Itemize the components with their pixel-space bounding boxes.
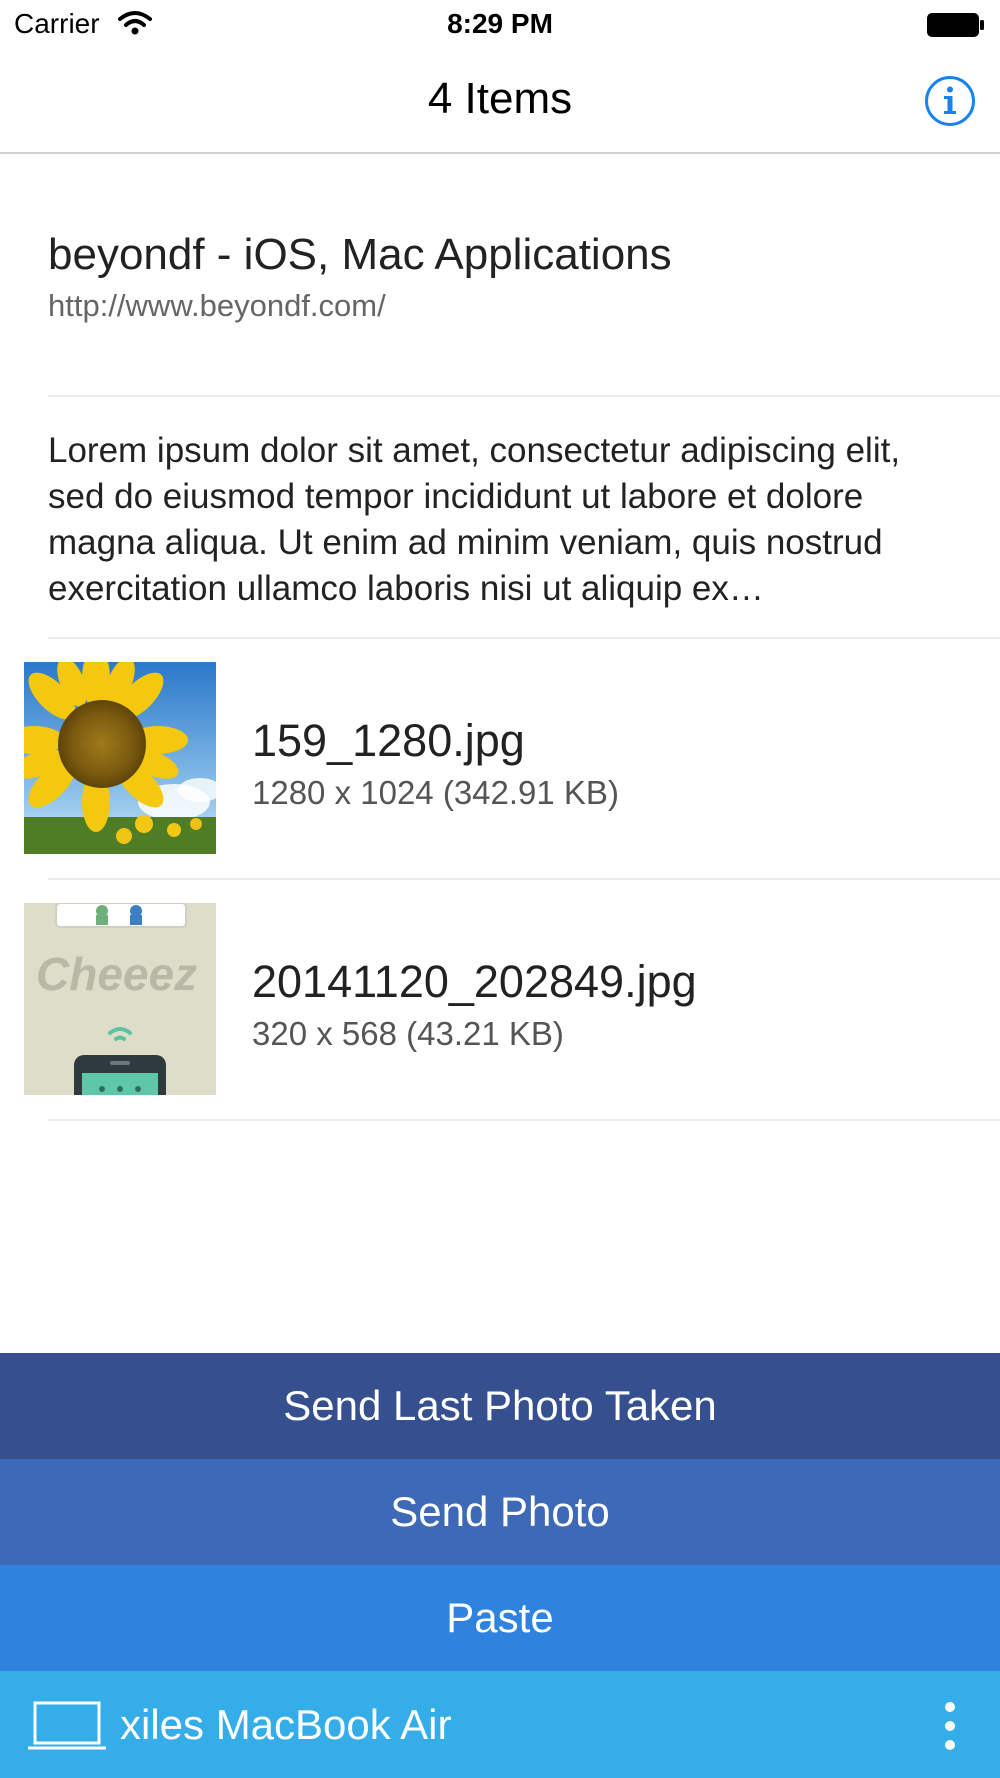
image-file-info: 320 x 568 (43.21 KB) [252,1015,564,1052]
send-photo-button[interactable]: Send Photo [0,1459,1000,1565]
link-title: beyondf - iOS, Mac Applications [48,230,672,279]
image-file-name: 159_1280.jpg [252,715,525,766]
status-bar: Carrier 8:29 PM [0,0,1000,50]
app-screenshot-thumbnail: Cheeez [24,903,216,1095]
navigation-bar: 4 Items [0,50,1000,154]
send-last-photo-button[interactable]: Send Last Photo Taken [0,1353,1000,1459]
thumbnail-logo-text: Cheeez [36,948,198,1000]
device-name: xiles MacBook Air [120,1701,452,1748]
app-screen: Carrier 8:29 PM 4 Items beyondf - iOS, M… [0,0,1000,1778]
page-title: 4 Items [427,74,573,123]
clock-time: 8:29 PM [447,8,553,39]
image-file-info: 1280 x 1024 (342.91 KB) [252,774,619,811]
info-icon[interactable] [924,75,976,127]
link-url: http://www.beyondf.com/ [48,288,386,323]
paste-button[interactable]: Paste [0,1565,1000,1671]
text-snippet: Lorem ipsum dolor sit amet, consectetur … [48,431,901,608]
image-file-name: 20141120_202849.jpg [252,956,697,1007]
sunflower-thumbnail [24,662,216,854]
laptop-icon [28,1701,106,1750]
row-divider [48,1119,1000,1121]
more-vertical-icon[interactable] [942,1701,958,1751]
device-selector[interactable]: xiles MacBook Air [0,1671,1000,1778]
battery-icon [927,13,984,37]
